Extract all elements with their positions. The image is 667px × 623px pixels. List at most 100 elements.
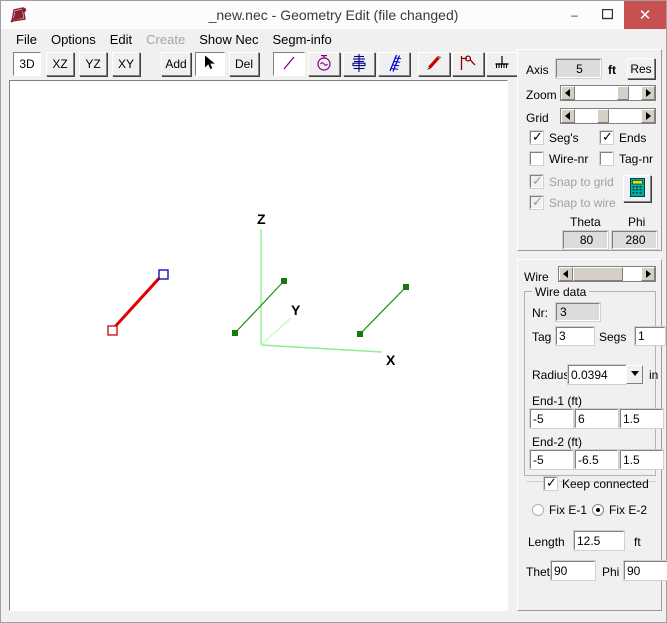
- chevron-down-icon: [630, 371, 639, 378]
- axis-value-field[interactable]: 5: [555, 58, 602, 79]
- zoom-label: Zoom: [526, 88, 557, 102]
- reset-button[interactable]: Res: [627, 58, 655, 79]
- wire-tool-button[interactable]: [273, 52, 305, 76]
- add-button[interactable]: Add: [161, 52, 191, 76]
- minimize-button[interactable]: –: [558, 1, 591, 29]
- end1-z-field[interactable]: 1.5: [619, 408, 664, 429]
- wire-1-end2-marker: [158, 269, 169, 280]
- wire-1-end1-marker: [107, 325, 118, 336]
- end1-x-field[interactable]: -5: [529, 408, 574, 429]
- wire-3-end1-marker: [357, 331, 363, 337]
- calculator-button[interactable]: [623, 175, 651, 202]
- title-bar: _new.nec - Geometry Edit (file changed) …: [1, 1, 666, 29]
- zoom-slider[interactable]: [560, 85, 656, 101]
- phi-value-field[interactable]: 280: [611, 230, 658, 250]
- pencil-tool-button[interactable]: [418, 52, 450, 76]
- ground-tool-button[interactable]: [486, 52, 518, 76]
- checkbox-wire-nr[interactable]: [529, 151, 544, 166]
- end2-z-field[interactable]: 1.5: [619, 449, 664, 470]
- theta-value-field[interactable]: 80: [562, 230, 609, 250]
- source-generator-icon: [314, 53, 334, 76]
- menu-file[interactable]: File: [9, 31, 44, 48]
- grid-slider-left-arrow[interactable]: [561, 109, 575, 123]
- checkbox-tag-nr[interactable]: [599, 151, 614, 166]
- checkbox-ends-label: Ends: [619, 131, 647, 145]
- radio-fix-e2[interactable]: [592, 504, 604, 516]
- grid-label: Grid: [526, 111, 549, 125]
- check-mark-icon: ✓: [602, 129, 613, 144]
- end2-y-field[interactable]: -6.5: [574, 449, 619, 470]
- wire-panel: Wire Wire data Nr: 3 Tag 3 Segs 1 Radius…: [517, 259, 667, 611]
- wire-1-selected: [107, 269, 169, 336]
- checkbox-segs[interactable]: ✓: [529, 130, 544, 145]
- wire-tag-label: Tag: [532, 330, 552, 344]
- radio-fix-e1-label: Fix E-1: [549, 503, 588, 517]
- axis-label: Axis: [526, 63, 549, 77]
- axis-label-y: Y: [291, 302, 301, 318]
- length-field[interactable]: 12.5: [573, 530, 625, 551]
- app-icon: [9, 5, 29, 25]
- wire-tag-field[interactable]: 3: [555, 326, 595, 346]
- geometry-canvas[interactable]: Z X Y: [9, 80, 508, 611]
- transmission-line-icon: [384, 53, 404, 76]
- grid-slider-right-arrow[interactable]: [641, 109, 655, 123]
- close-button[interactable]: ✕: [624, 1, 666, 29]
- curve-plot-icon: [458, 53, 478, 76]
- view-button-3d[interactable]: 3D: [13, 52, 41, 76]
- checkbox-wire-nr-label: Wire-nr: [549, 152, 589, 166]
- zoom-slider-left-arrow[interactable]: [561, 86, 575, 100]
- axis-label-z: Z: [257, 211, 266, 227]
- menu-options[interactable]: Options: [44, 31, 103, 48]
- end2-label: End-2 (ft): [532, 435, 583, 449]
- checkbox-snap-to-grid: ✓: [529, 174, 544, 189]
- wire-nr-label: Nr:: [532, 306, 548, 320]
- curve-plot-tool-button[interactable]: [452, 52, 484, 76]
- wire-slider-thumb[interactable]: [573, 267, 623, 281]
- wire-radius-field[interactable]: 0.0394: [567, 364, 627, 385]
- load-tool-button[interactable]: [343, 52, 375, 76]
- source-tool-button[interactable]: [308, 52, 340, 76]
- wire-selector-slider[interactable]: [558, 266, 656, 282]
- checkbox-segs-label: Seg's: [549, 131, 579, 145]
- wire-segs-field[interactable]: 1: [634, 326, 666, 346]
- checkbox-ends[interactable]: ✓: [599, 129, 614, 145]
- axis-x-line: [260, 344, 383, 353]
- view-button-yz[interactable]: YZ: [79, 52, 107, 76]
- wire-theta-label: Thet: [526, 565, 551, 579]
- transmission-line-tool-button[interactable]: [378, 52, 410, 76]
- zoom-slider-thumb[interactable]: [617, 86, 629, 100]
- wire-2-line: [234, 280, 285, 334]
- grid-slider[interactable]: [560, 108, 656, 124]
- view-button-xz[interactable]: XZ: [46, 52, 74, 76]
- radius-dropdown-button[interactable]: [626, 365, 643, 384]
- wire-nr-field: 3: [555, 302, 601, 322]
- end1-label: End-1 (ft): [532, 394, 583, 408]
- delete-button[interactable]: Del: [229, 52, 259, 76]
- zoom-slider-track[interactable]: [575, 86, 641, 100]
- view-button-xy[interactable]: XY: [112, 52, 140, 76]
- end2-x-field[interactable]: -5: [529, 449, 574, 470]
- radio-dot-icon: [596, 508, 600, 512]
- wire-2-end1-marker: [232, 330, 238, 336]
- wire-slider-right-arrow[interactable]: [641, 267, 655, 281]
- wire-2-end2-marker: [281, 278, 287, 284]
- wire-selector-label: Wire: [524, 270, 549, 284]
- radio-fix-e1[interactable]: [532, 504, 544, 516]
- wire-3-line: [359, 286, 407, 335]
- grid-slider-track[interactable]: [575, 109, 641, 123]
- menu-show-nec[interactable]: Show Nec: [192, 31, 265, 48]
- wire-slider-track[interactable]: [573, 267, 641, 281]
- wire-theta-field[interactable]: 90: [550, 560, 596, 581]
- grid-slider-thumb[interactable]: [597, 109, 609, 123]
- zoom-slider-right-arrow[interactable]: [641, 86, 655, 100]
- select-arrow-button[interactable]: [195, 52, 225, 76]
- wire-phi-field[interactable]: 90: [623, 560, 667, 581]
- checkbox-keep-connected[interactable]: ✓: [543, 476, 558, 491]
- menu-edit[interactable]: Edit: [103, 31, 139, 48]
- wire-slider-left-arrow[interactable]: [559, 267, 573, 281]
- theta-label: Theta: [570, 215, 601, 229]
- maximize-button[interactable]: [591, 1, 624, 29]
- end1-y-field[interactable]: 6: [574, 408, 619, 429]
- wire-3-end2-marker: [403, 284, 409, 290]
- menu-segm-info[interactable]: Segm-info: [265, 31, 338, 48]
